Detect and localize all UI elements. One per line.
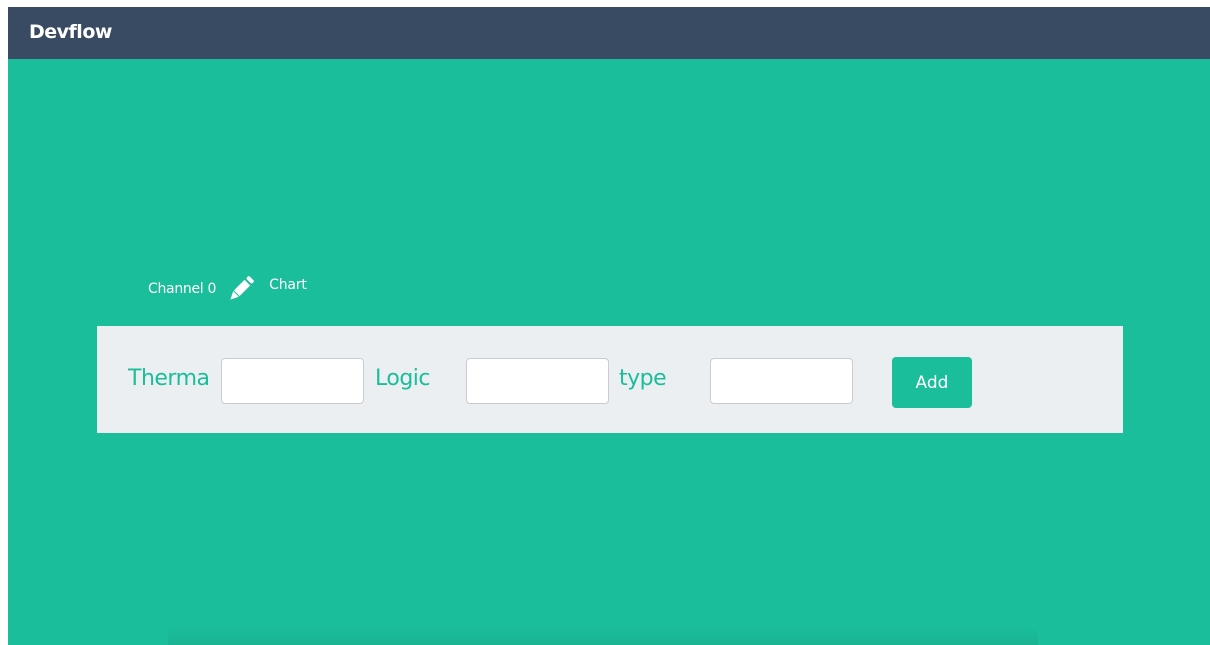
brand-logo[interactable]: Devflow bbox=[29, 21, 112, 43]
type-input[interactable] bbox=[710, 358, 853, 404]
add-button[interactable]: Add bbox=[892, 357, 972, 408]
logic-label: Logic bbox=[375, 366, 431, 391]
bottom-panel-edge bbox=[168, 625, 1038, 645]
chart-link[interactable]: Chart bbox=[269, 277, 307, 293]
pencil-icon-graphic bbox=[230, 276, 254, 300]
type-label: type bbox=[619, 366, 667, 391]
top-navbar: Devflow bbox=[8, 7, 1210, 59]
therma-input[interactable] bbox=[221, 358, 364, 404]
logic-input[interactable] bbox=[466, 358, 609, 404]
channel-label: Channel 0 bbox=[148, 281, 217, 297]
app-frame: Devflow Channel 0 Chart Therma Logic typ… bbox=[8, 7, 1210, 645]
channel-header: Channel 0 Chart bbox=[148, 274, 307, 304]
therma-label: Therma bbox=[128, 366, 210, 391]
channel-form: Therma Logic type Add bbox=[97, 326, 1123, 433]
pencil-icon[interactable] bbox=[227, 275, 255, 303]
